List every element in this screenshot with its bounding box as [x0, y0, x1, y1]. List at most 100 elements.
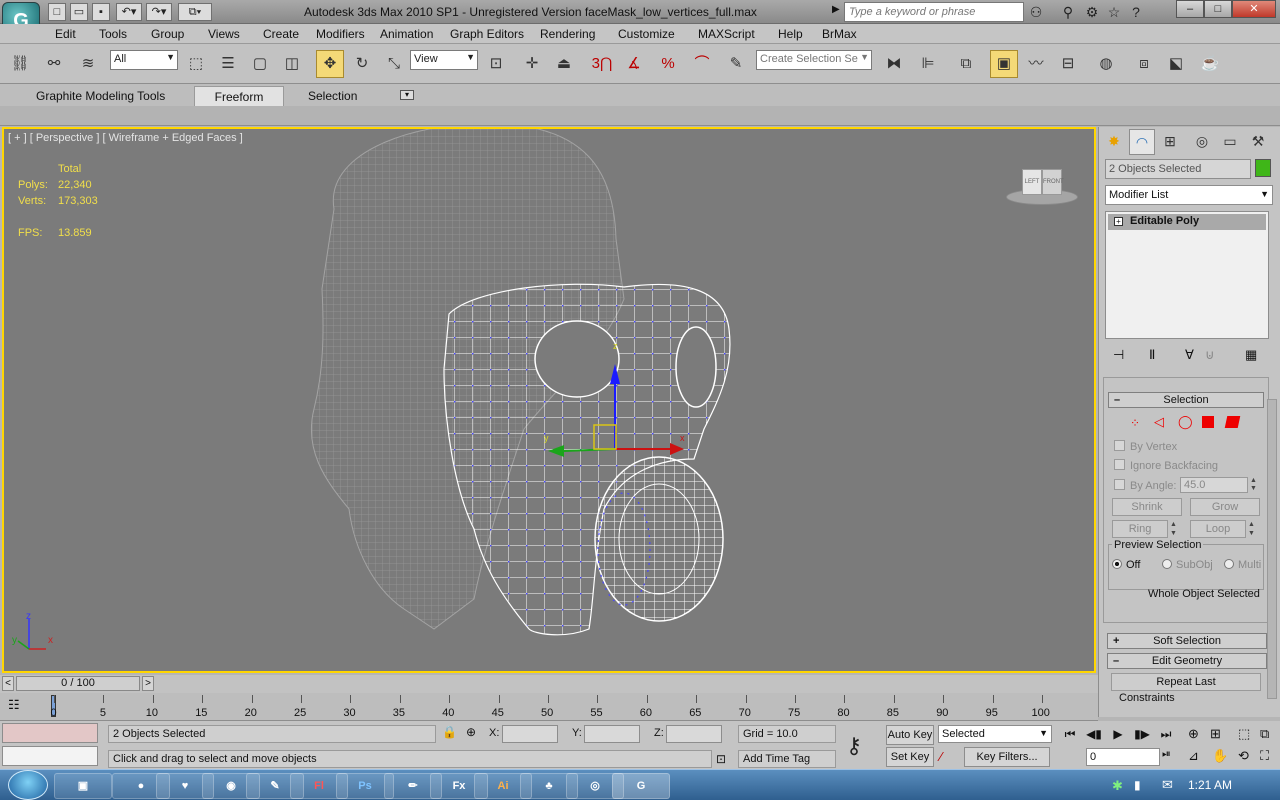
lock-selection-icon[interactable]: 🔒 — [442, 725, 457, 739]
current-frame-spinner[interactable]: 0 — [1086, 748, 1160, 766]
shrink-button[interactable]: Shrink — [1112, 498, 1182, 516]
preview-subobj-radio[interactable]: SubObj — [1162, 559, 1213, 571]
project-folder-icon[interactable]: ⧉▾ — [178, 3, 212, 21]
modifier-list-dropdown[interactable]: Modifier List ▼ — [1105, 185, 1273, 205]
repeat-last-button[interactable]: Repeat Last — [1111, 673, 1261, 691]
set-key-button[interactable]: Set Key — [886, 747, 934, 767]
named-selection-dropdown[interactable]: Create Selection Se ▼ — [756, 50, 872, 70]
percent-snap-icon[interactable]: % — [654, 50, 682, 78]
favorites-star-icon[interactable]: ☆ — [1104, 3, 1124, 21]
menu-tools[interactable]: Tools — [99, 27, 127, 41]
track-bar[interactable]: ☷ 0 5 10 15 20 25 30 35 40 45 50 55 60 65 70 75 80 85 90 95… — [0, 693, 1098, 721]
time-slider-thumb[interactable]: 0 / 100 — [16, 676, 140, 691]
object-name-field[interactable]: 2 Objects Selected — [1105, 159, 1251, 179]
display-tab-icon[interactable]: ▭ — [1217, 129, 1243, 155]
show-end-result-icon[interactable]: Ⅱ — [1149, 347, 1155, 363]
hierarchy-tab-icon[interactable]: ⊞ — [1157, 129, 1183, 155]
time-tag-icon[interactable]: ⊡ — [716, 752, 726, 766]
viewcube-front-face[interactable]: FRONT — [1042, 169, 1064, 195]
selection-filter-dropdown[interactable]: All ▼ — [110, 50, 178, 70]
select-scale-icon[interactable]: ⤡ — [380, 50, 408, 78]
mirror-icon[interactable]: ⧓ — [880, 50, 908, 78]
time-prev-button[interactable]: < — [2, 676, 14, 691]
absolute-mode-icon[interactable]: ⊕ — [466, 725, 476, 739]
viewcube-left-face[interactable]: LEFT — [1022, 169, 1042, 195]
maximize-viewport-icon[interactable]: ⛶ — [1260, 748, 1269, 764]
ring-spinner-icon[interactable]: ▲ ▼ — [1170, 520, 1180, 538]
menu-animation[interactable]: Animation — [380, 27, 433, 41]
menu-maxscript[interactable]: MAXScript — [698, 27, 755, 41]
previous-frame-icon[interactable]: ◀▮ — [1084, 724, 1104, 744]
spinner-snap-icon[interactable]: ⌒ — [688, 50, 716, 78]
select-rotate-icon[interactable]: ↻ — [348, 50, 376, 78]
taskbar-app-3dsmax[interactable]: G — [612, 773, 670, 799]
angle-snap-icon[interactable]: ∡ — [620, 50, 648, 78]
start-button[interactable] — [8, 770, 48, 800]
add-time-tag-button[interactable]: Add Time Tag — [738, 750, 836, 768]
edit-named-selection-icon[interactable]: ✎ — [722, 50, 750, 78]
taskbar-clock[interactable]: 1:21 AM — [1188, 778, 1232, 792]
ignore-backfacing-checkbox[interactable]: Ignore Backfacing — [1114, 459, 1218, 472]
menu-customize[interactable]: Customize — [618, 27, 675, 41]
tab-freeform[interactable]: Freeform — [194, 86, 284, 106]
angle-spinner[interactable]: 45.0 — [1180, 477, 1248, 493]
menu-graph-editors[interactable]: Graph Editors — [450, 27, 524, 41]
maxscript-listener-mini[interactable] — [2, 723, 98, 743]
stack-item-editable-poly[interactable]: Editable Poly — [1108, 214, 1266, 230]
remove-modifier-icon[interactable]: ⊍ — [1205, 347, 1215, 363]
motion-tab-icon[interactable]: ◎ — [1189, 129, 1215, 155]
menu-modifiers[interactable]: Modifiers — [316, 27, 365, 41]
zoom-icon[interactable]: ⊕ — [1188, 726, 1199, 742]
field-of-view-icon[interactable]: ⊿ — [1188, 748, 1199, 764]
default-in-out-tangent-icon[interactable]: ∕ — [940, 749, 942, 764]
go-to-end-icon[interactable]: ⏭ — [1156, 724, 1176, 744]
schematic-view-icon[interactable]: ⊟ — [1054, 50, 1082, 78]
curve-editor-icon[interactable]: 〰 — [1022, 50, 1050, 78]
unlink-icon[interactable]: ⚯ — [40, 50, 68, 78]
perspective-viewport[interactable]: [ + ] [ Perspective ] [ Wireframe + Edge… — [2, 127, 1096, 673]
help-icon[interactable]: ? — [1126, 3, 1146, 21]
play-icon[interactable]: ▶ — [1108, 724, 1128, 744]
x-coord-field[interactable] — [502, 725, 558, 743]
close-button[interactable]: ✕ — [1232, 0, 1276, 18]
edit-geometry-rollout-header[interactable]: – Edit Geometry — [1107, 653, 1267, 669]
save-icon[interactable]: ▪ — [92, 3, 110, 21]
command-panel-scrollbar[interactable] — [1267, 399, 1277, 699]
tray-mail-icon[interactable]: ✉ — [1162, 777, 1173, 793]
material-editor-icon[interactable]: ◍ — [1092, 50, 1120, 78]
maximize-button[interactable]: □ — [1204, 0, 1232, 18]
pivot-center-icon[interactable]: ⊡ — [482, 50, 510, 78]
maxscript-input-mini[interactable] — [2, 746, 98, 766]
tray-network-icon[interactable]: ✱ — [1112, 778, 1123, 794]
rendered-frame-icon[interactable]: ⬕ — [1162, 50, 1190, 78]
menu-views[interactable]: Views — [208, 27, 240, 41]
set-key-icon[interactable]: ⚷ — [846, 733, 862, 759]
tab-selection[interactable]: Selection — [298, 86, 367, 106]
open-file-icon[interactable]: ▭ — [70, 3, 88, 21]
redo-icon[interactable]: ↷▾ — [146, 3, 172, 21]
edge-mode-icon[interactable]: ◁ — [1154, 414, 1164, 430]
align-icon[interactable]: ⊫ — [914, 50, 942, 78]
vertex-mode-icon[interactable]: ⁘ — [1130, 416, 1140, 430]
z-coord-field[interactable] — [666, 725, 722, 743]
by-angle-checkbox[interactable]: By Angle: — [1114, 479, 1176, 492]
ribbon-options-icon[interactable]: ▾ — [400, 90, 414, 100]
key-mode-dropdown[interactable]: Selected ▼ — [938, 725, 1052, 743]
soft-selection-rollout-header[interactable]: + Soft Selection — [1107, 633, 1267, 649]
key-mode-toggle-icon[interactable]: ⏯ — [1162, 748, 1171, 761]
layer-manager-icon[interactable]: ⧉ — [952, 50, 980, 78]
angle-spinner-arrows-icon[interactable]: ▲ ▼ — [1250, 477, 1260, 493]
pin-stack-icon[interactable]: ⊣ — [1113, 347, 1124, 363]
configure-modifier-sets-icon[interactable]: ▦ — [1245, 347, 1257, 363]
orbit-icon[interactable]: ⟲ — [1238, 748, 1249, 764]
subscription-icon[interactable]: ⚙ — [1082, 3, 1102, 21]
key-filters-button[interactable]: Key Filters... — [964, 747, 1050, 767]
by-vertex-checkbox[interactable]: By Vertex — [1114, 440, 1177, 453]
search-input[interactable]: Type a keyword or phrase — [844, 2, 1024, 22]
reference-coordinate-dropdown[interactable]: View ▼ — [410, 50, 478, 70]
render-setup-icon[interactable]: ⧈ — [1130, 50, 1158, 78]
tab-graphite-modeling-tools[interactable]: Graphite Modeling Tools — [26, 86, 175, 106]
binoculars-icon[interactable]: ⚇ — [1026, 3, 1046, 21]
create-tab-icon[interactable]: ✸ — [1101, 129, 1127, 155]
render-teapot-icon[interactable]: ☕ — [1196, 50, 1224, 78]
